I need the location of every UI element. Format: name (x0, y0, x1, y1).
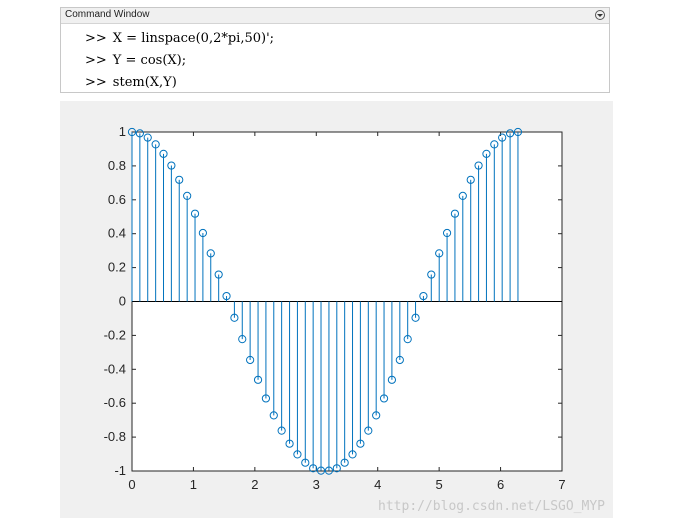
command-history[interactable]: >> X = linspace(0,2*pi,50)'; >> Y = cos(X)… (85, 28, 274, 94)
x-tick-label: 0 (128, 477, 135, 492)
stem-plot[interactable]: 0 1 2 3 4 5 6 7 -1 -0.8 -0.6 -0.4 -0.2 0 0.2 0.4 0.6 0.8 1 (60, 101, 613, 518)
x-tick-label: 2 (251, 477, 258, 492)
y-tick-label: 0.4 (108, 226, 126, 241)
y-tick-label: 0.6 (108, 192, 126, 207)
y-tick-label: 1 (119, 124, 126, 139)
command-line[interactable]: >> stem(X,Y) (85, 72, 274, 94)
y-tick-label: 0.8 (108, 158, 126, 173)
command-line[interactable]: >> Y = cos(X); (85, 50, 274, 72)
y-tick-label: -0.6 (104, 395, 126, 410)
command-text: X = linspace(0,2*pi,50)'; (112, 31, 275, 46)
chevron-down-icon[interactable] (595, 10, 605, 20)
x-tick-label: 7 (558, 477, 565, 492)
prompt: >> (85, 75, 107, 90)
command-line[interactable]: >> X = linspace(0,2*pi,50)'; (85, 28, 274, 50)
command-text: stem(X,Y) (112, 75, 177, 90)
command-window-titlebar: Command Window (61, 8, 609, 24)
y-tick-label: 0 (119, 294, 126, 309)
command-text: Y = cos(X); (112, 53, 187, 68)
y-tick-label: -1 (114, 463, 126, 478)
y-tick-label: 0.2 (108, 260, 126, 275)
prompt: >> (85, 53, 107, 68)
watermark: http://blog.csdn.net/LSGO_MYP (378, 499, 605, 514)
x-tick-label: 4 (374, 477, 381, 492)
x-tick-label: 1 (190, 477, 197, 492)
command-window[interactable]: Command Window >> X = linspace(0,2*pi,50)… (60, 7, 610, 93)
x-tick-label: 3 (313, 477, 320, 492)
x-tick-label: 5 (436, 477, 443, 492)
y-tick-label: -0.2 (104, 327, 126, 342)
x-tick-label: 6 (497, 477, 504, 492)
prompt: >> (85, 31, 107, 46)
command-window-title: Command Window (65, 9, 150, 20)
figure-window[interactable]: 0 1 2 3 4 5 6 7 -1 -0.8 -0.6 -0.4 -0.2 0 0.2 0.4 0.6 0.8 1… (60, 101, 613, 518)
y-tick-label: -0.8 (104, 429, 126, 444)
y-tick-label: -0.4 (104, 361, 126, 376)
